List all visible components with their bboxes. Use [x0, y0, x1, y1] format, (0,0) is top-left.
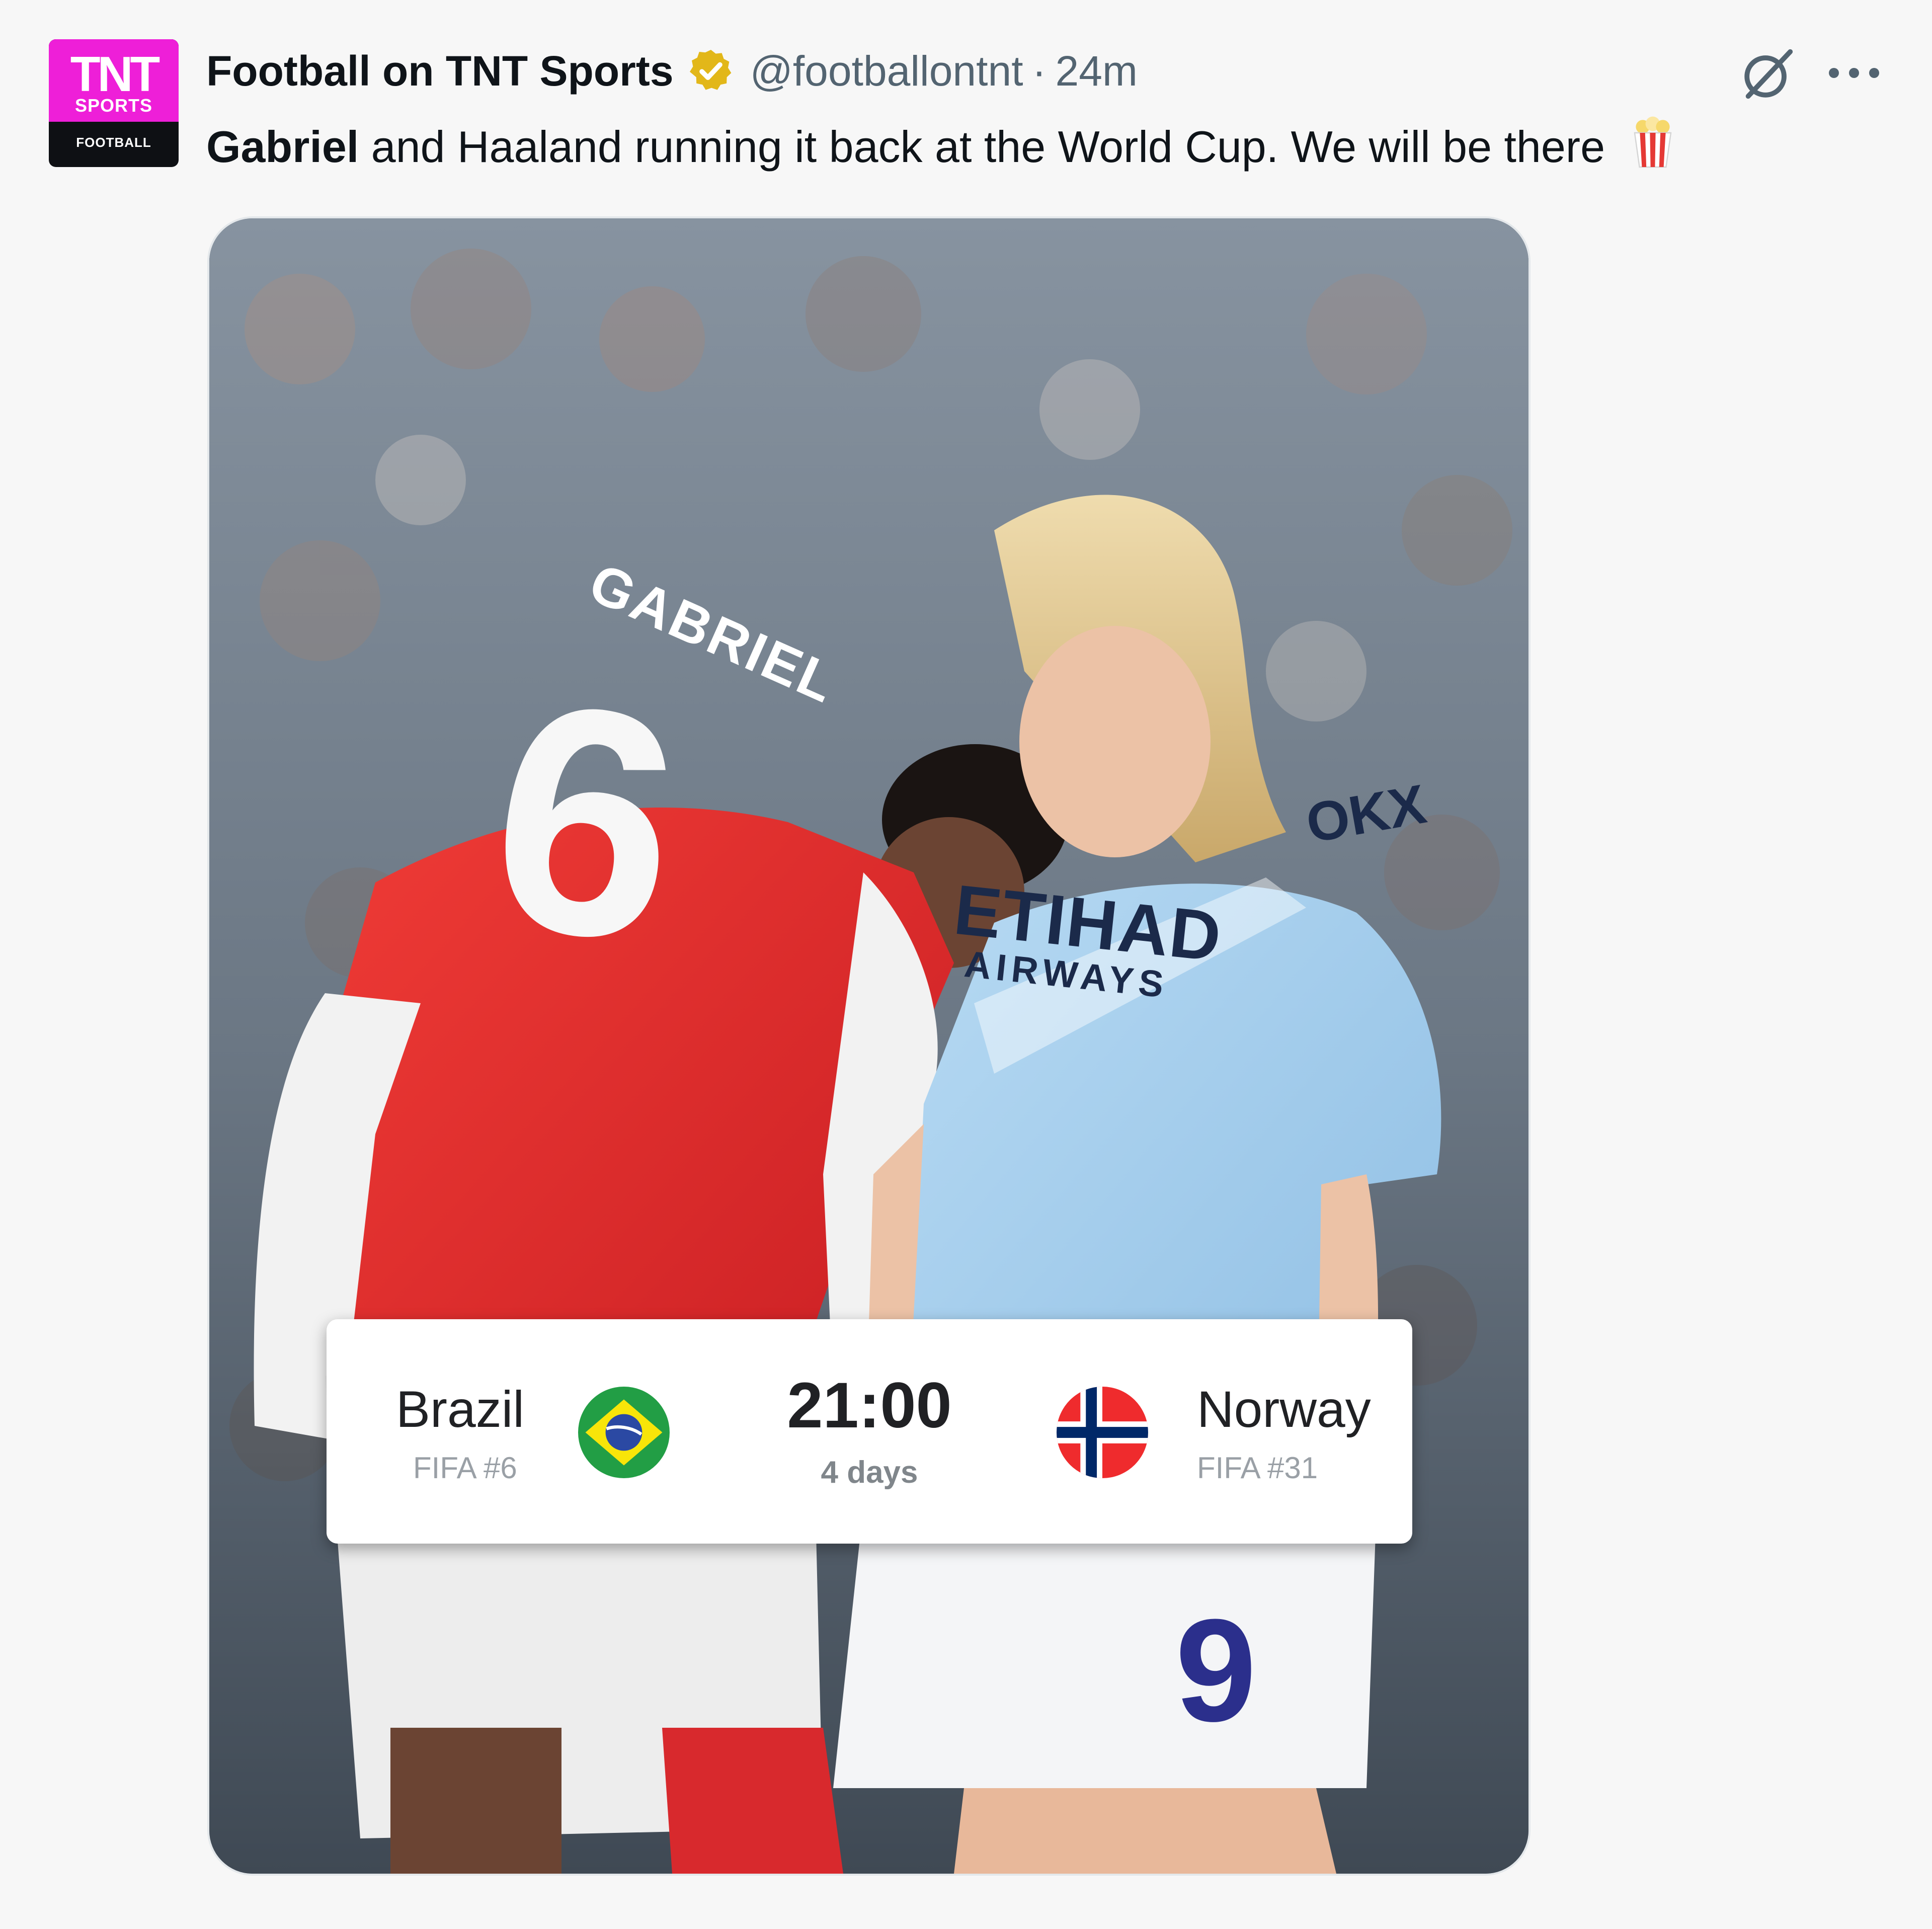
tweet[interactable]: TNT SPORTS FOOTBALL Football on TNT Spor…	[0, 0, 1932, 1929]
match-photo	[209, 218, 1528, 1874]
tweet-header: Football on TNT Sports @footballontnt · …	[206, 43, 1138, 99]
norway-flag-icon	[1057, 1387, 1148, 1478]
tweet-text-mention[interactable]: Gabriel	[206, 122, 359, 172]
match-card: Brazil FIFA #6 21:00 4 days Norway FIFA …	[327, 1319, 1412, 1544]
tweet-text: Gabriel and Haaland running it back at t…	[206, 115, 1677, 174]
shorts-number: 9	[1175, 1589, 1257, 1752]
separator-dot: ·	[1032, 47, 1046, 95]
avatar[interactable]: TNT SPORTS FOOTBALL	[49, 39, 179, 167]
verified-badge-icon[interactable]	[687, 47, 735, 95]
tweet-media-image[interactable]: GABRIEL 6 ETIHAD AIRWAYS OKX 9 Brazil FI…	[207, 216, 1531, 1876]
avatar-brand-text: TNT	[70, 46, 160, 102]
handle[interactable]: @footballontnt	[750, 50, 1023, 92]
grok-icon[interactable]	[1738, 44, 1798, 104]
display-name[interactable]: Football on TNT Sports	[206, 50, 674, 92]
avatar-sub-text: SPORTS	[74, 95, 153, 116]
tweet-text-body: and Haaland running it back at the World…	[359, 122, 1605, 172]
more-icon[interactable]	[1826, 60, 1882, 86]
away-team-name: Norway	[1197, 1381, 1371, 1438]
timestamp[interactable]: 24m	[1056, 50, 1138, 92]
away-team-rank: FIFA #31	[1197, 1451, 1318, 1485]
popcorn-emoji-icon	[1634, 116, 1671, 168]
avatar-footer-text: FOOTBALL	[76, 135, 151, 150]
